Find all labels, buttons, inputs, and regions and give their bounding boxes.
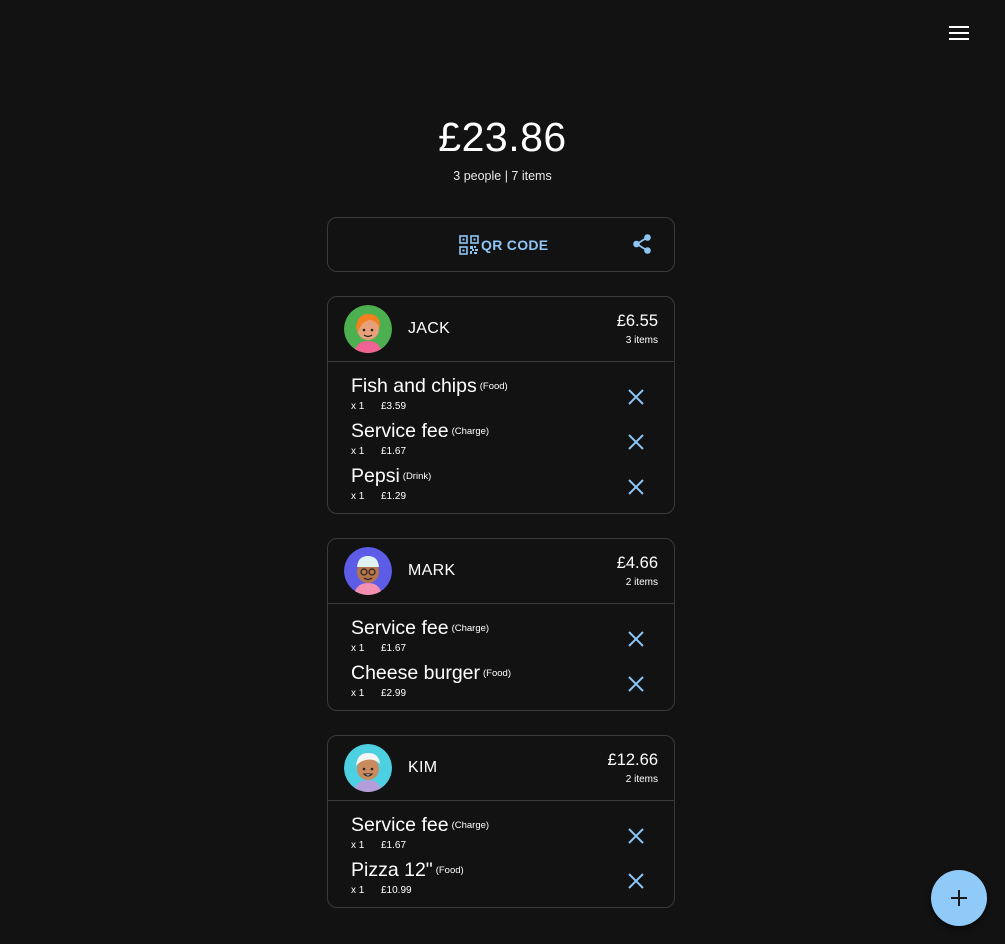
avatar: [344, 305, 392, 353]
item-name: Pepsi: [351, 465, 400, 487]
share-icon: [633, 234, 651, 254]
item-price: £3.59: [381, 401, 407, 412]
remove-item-button[interactable]: [627, 827, 645, 845]
item-quantity: x 1: [351, 491, 365, 502]
share-button[interactable]: [631, 233, 653, 255]
item-name: Service fee: [351, 420, 449, 442]
person-name: MARK: [408, 562, 456, 579]
item-list: Service fee (Charge) x 1 £1.67 Pizza 12" (F…: [328, 801, 674, 903]
person-header[interactable]: KIM £12.66 2 items: [328, 736, 674, 801]
item-category: (Food): [435, 865, 464, 876]
item-quantity: x 1: [351, 446, 365, 457]
list-item: Cheese burger (Food) x 1 £2.99: [328, 661, 674, 706]
item-quantity: x 1: [351, 840, 365, 851]
person-name: JACK: [408, 320, 451, 337]
item-name: Fish and chips: [351, 375, 477, 397]
remove-item-button[interactable]: [627, 675, 645, 693]
close-icon: [628, 631, 644, 647]
close-icon: [628, 479, 644, 495]
list-item: Service fee (Charge) x 1 £1.67: [328, 616, 674, 661]
close-icon: [628, 389, 644, 405]
hamburger-menu-icon: [949, 26, 969, 40]
person-card-mark: MARK £4.66 2 items Service fee (Charge) x…: [327, 538, 675, 711]
qr-code-label: QR CODE: [481, 237, 549, 253]
remove-item-button[interactable]: [627, 630, 645, 648]
avatar: [344, 547, 392, 595]
person-total: £6.55: [616, 312, 658, 330]
add-item-button[interactable]: [931, 870, 987, 926]
person-card-kim: KIM £12.66 2 items Service fee (Charge) x…: [327, 735, 675, 908]
person-item-count: 2 items: [625, 577, 658, 588]
item-quantity: x 1: [351, 688, 365, 699]
person-card-jack: JACK £6.55 3 items Fish and chips (Food) …: [327, 296, 675, 514]
list-item: Fish and chips (Food) x 1 £3.59: [328, 374, 674, 419]
avatar: [344, 744, 392, 792]
item-category: (Drink): [402, 471, 432, 482]
item-name: Service fee: [351, 814, 449, 836]
list-item: Pepsi (Drink) x 1 £1.29: [328, 464, 674, 509]
person-header[interactable]: JACK £6.55 3 items: [328, 297, 674, 362]
list-item: Service fee (Charge) x 1 £1.67: [328, 813, 674, 858]
item-price: £1.67: [381, 643, 407, 654]
item-category: (Charge): [451, 820, 490, 831]
item-price: £1.67: [381, 840, 407, 851]
person-name: KIM: [408, 759, 438, 776]
item-quantity: x 1: [351, 643, 365, 654]
qr-code-button[interactable]: QR CODE: [459, 235, 548, 255]
item-category: (Charge): [451, 623, 490, 634]
person-total: £12.66: [607, 751, 658, 769]
person-item-count: 3 items: [625, 335, 658, 346]
item-category: (Charge): [451, 426, 490, 437]
close-icon: [628, 676, 644, 692]
item-price: £1.67: [381, 446, 407, 457]
remove-item-button[interactable]: [627, 478, 645, 496]
list-item: Service fee (Charge) x 1 £1.67: [328, 419, 674, 464]
remove-item-button[interactable]: [627, 872, 645, 890]
item-name: Pizza 12": [351, 859, 433, 881]
share-card: QR CODE: [327, 217, 675, 272]
qr-code-icon: [459, 235, 479, 255]
item-quantity: x 1: [351, 401, 365, 412]
item-price: £2.99: [381, 688, 407, 699]
bill-summary: 3 people | 7 items: [453, 169, 552, 183]
item-name: Cheese burger: [351, 662, 480, 684]
close-icon: [628, 434, 644, 450]
list-item: Pizza 12" (Food) x 1 £10.99: [328, 858, 674, 903]
plus-icon: [951, 890, 967, 906]
item-category: (Food): [483, 668, 511, 679]
item-list: Fish and chips (Food) x 1 £3.59 Service fe…: [328, 362, 674, 509]
item-name: Service fee: [351, 617, 449, 639]
person-total: £4.66: [616, 554, 658, 572]
remove-item-button[interactable]: [627, 388, 645, 406]
menu-button[interactable]: [944, 20, 974, 46]
item-price: £10.99: [381, 885, 412, 896]
person-header[interactable]: MARK £4.66 2 items: [328, 539, 674, 604]
close-icon: [628, 828, 644, 844]
item-quantity: x 1: [351, 885, 365, 896]
item-list: Service fee (Charge) x 1 £1.67 Cheese burg…: [328, 604, 674, 706]
item-category: (Food): [479, 381, 508, 392]
bill-total: £23.86: [438, 114, 567, 160]
remove-item-button[interactable]: [627, 433, 645, 451]
person-item-count: 2 items: [625, 774, 658, 785]
close-icon: [628, 873, 644, 889]
item-price: £1.29: [381, 491, 407, 502]
